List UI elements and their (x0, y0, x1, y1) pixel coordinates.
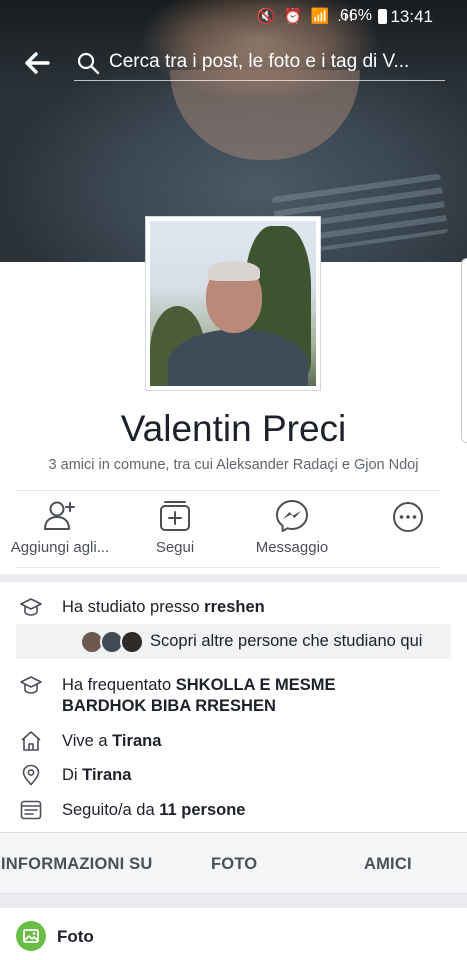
home-icon (21, 731, 41, 751)
more-options-button[interactable] (378, 496, 438, 562)
info-studied-text: Ha studiato presso rreshen (62, 598, 265, 616)
messenger-icon (276, 500, 308, 532)
photo-glyph (23, 929, 39, 943)
tab-friends[interactable]: AMICI (364, 855, 412, 874)
section-separator (0, 574, 467, 582)
battery-icon (378, 9, 387, 24)
photos-section-header[interactable]: Foto (0, 908, 467, 960)
more-icon (393, 502, 423, 532)
discover-text: Scopri altre persone che studiano qui (150, 632, 423, 650)
location-pin-icon (22, 764, 40, 786)
tab-photos[interactable]: FOTO (211, 855, 257, 874)
divider (16, 567, 441, 568)
profile-name: Valentin Preci (120, 408, 347, 449)
add-friend-label: Aggiungi agli... (10, 539, 110, 556)
profile-picture[interactable] (145, 216, 321, 391)
search-bar: Cerca tra i post, le foto e i tag di V..… (0, 44, 467, 84)
education-icon (20, 676, 42, 694)
photos-section-label: Foto (57, 927, 94, 946)
photo-icon (16, 921, 46, 951)
tab-about[interactable]: INFORMAZIONI SU (1, 855, 153, 874)
message-button[interactable]: Messaggio (244, 496, 340, 562)
back-arrow-icon[interactable] (22, 48, 52, 78)
info-from-text: Di Tirana (62, 766, 132, 784)
section-separator (0, 894, 467, 908)
message-label: Messaggio (255, 539, 329, 556)
info-followers-text: Seguito/a da 11 persone (62, 801, 246, 819)
add-friend-icon (44, 501, 75, 530)
search-icon (77, 52, 100, 75)
discover-classmates[interactable]: Scopri altre persone che studiano qui (16, 624, 451, 659)
profile-photo (150, 221, 316, 386)
follow-button[interactable]: Segui (135, 496, 215, 562)
search-input[interactable]: Cerca tra i post, le foto e i tag di V..… (109, 51, 409, 73)
photo-person-hair (208, 261, 260, 281)
classmate-avatars (80, 630, 146, 654)
search-underline (74, 80, 445, 81)
divider (16, 490, 441, 491)
info-attended-text: Ha frequentato SHKOLLA E MESME BARDHOK B… (62, 676, 336, 715)
info-lives-text: Vive a Tirana (62, 732, 162, 750)
profile-tabs: INFORMAZIONI SU FOTO AMICI (0, 832, 467, 894)
follow-label: Segui (155, 539, 195, 556)
status-bar: 🔇 ⏰ 📶 .ıl 66% 13:41 (0, 0, 467, 32)
follow-icon (160, 501, 190, 531)
education-icon (20, 598, 42, 616)
mutual-friends[interactable]: 3 amici in comune, tra cui Aleksander Ra… (0, 457, 467, 473)
avatar (120, 630, 144, 654)
battery-level: 66% (339, 7, 372, 24)
clock: 13:41 (390, 7, 433, 26)
followers-icon (20, 800, 42, 820)
add-friend-button[interactable]: Aggiungi agli... (4, 496, 116, 562)
